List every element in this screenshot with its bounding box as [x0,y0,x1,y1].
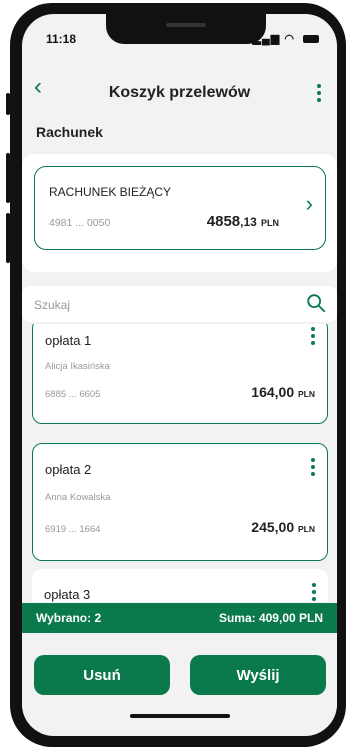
payment-recipient: Alicja Ikasińska [45,361,110,372]
payment-account: 6919 ... 1664 [45,524,101,535]
chevron-right-icon[interactable]: › [306,191,313,217]
section-label: Rachunek [36,124,103,140]
send-button[interactable]: Wyślij [190,655,326,695]
delete-button[interactable]: Usuń [34,655,170,695]
total-sum: Suma: 409,00 PLN [218,611,323,625]
payment-title: opłata 2 [45,462,92,477]
status-icons: ▂▄▆ ◠ [253,32,319,45]
notch [106,14,266,44]
mute-switch [6,93,10,115]
search-bar [22,286,337,322]
more-options-button[interactable] [317,84,323,102]
header: ‹ Koszyk przelewów [22,64,337,114]
payment-menu-button[interactable] [311,327,315,345]
account-balance: 4858,13 PLN [206,213,279,230]
search-input[interactable] [32,294,286,316]
volume-down-button [6,213,10,263]
account-number: 4981 ... 0050 [49,217,111,229]
battery-icon [303,35,319,44]
payment-menu-button[interactable] [312,583,316,601]
payment-card[interactable]: opłata 3 [32,569,328,602]
account-section: RACHUNEK BIEŻĄCY 4981 ... 0050 4858,13 P… [22,154,337,272]
payment-amount: 164,00 PLN [251,384,315,400]
account-name: RACHUNEK BIEŻĄCY [49,185,172,199]
payment-recipient: Anna Kowalska [45,492,111,503]
search-icon[interactable] [305,292,327,314]
selected-count: Wybrano: 2 [36,611,102,625]
signal-icon: ▂▄▆ [252,33,281,45]
account-card[interactable]: RACHUNEK BIEŻĄCY 4981 ... 0050 4858,13 P… [34,166,326,250]
volume-up-button [6,153,10,203]
payment-title: opłata 1 [45,333,92,348]
app-screen: 11:18 ▂▄▆ ◠ ‹ Koszyk przelewów Rachunek … [22,14,337,736]
payment-title: opłata 3 [44,587,91,602]
payments-list: opłata 1 Alicja Ikasińska 6885 ... 6605 … [22,324,337,602]
payment-amount: 245,00 PLN [251,519,315,535]
home-indicator [130,714,230,718]
payment-menu-button[interactable] [311,458,315,476]
payment-card[interactable]: opłata 1 Alicja Ikasińska 6885 ... 6605 … [32,324,328,424]
action-footer: Usuń Wyślij [22,633,337,722]
selection-summary-bar: Wybrano: 2 Suma: 409,00 PLN [22,603,337,633]
status-time: 11:18 [46,32,77,46]
page-title: Koszyk przelewów [108,84,251,101]
wifi-icon: ◠ [284,33,295,45]
payment-card[interactable]: opłata 2 Anna Kowalska 6919 ... 1664 245… [32,443,328,561]
payment-account: 6885 ... 6605 [45,389,101,400]
